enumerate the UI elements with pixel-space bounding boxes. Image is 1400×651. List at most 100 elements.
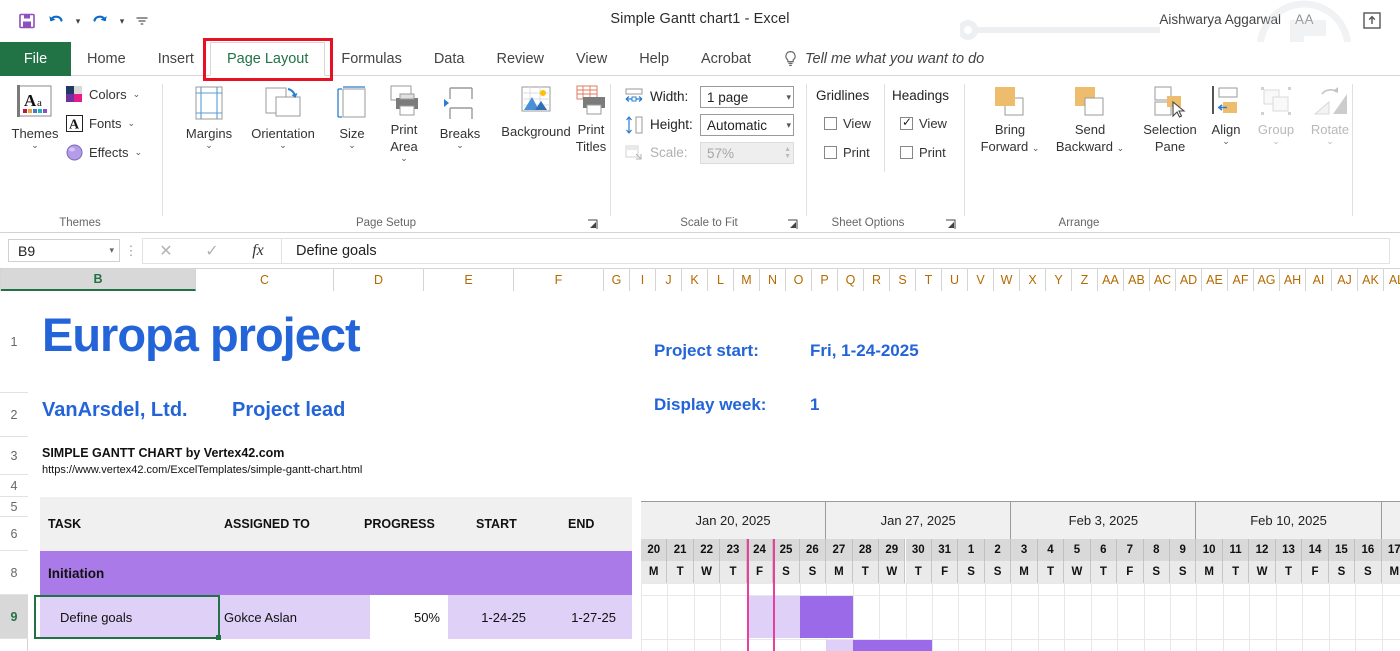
column-header-aj[interactable]: AJ bbox=[1332, 269, 1358, 291]
column-header-m[interactable]: M bbox=[734, 269, 760, 291]
row-header-2[interactable]: 2 bbox=[0, 393, 28, 437]
column-header-al[interactable]: AL bbox=[1384, 269, 1400, 291]
gridlines-print-checkbox[interactable]: Print bbox=[824, 145, 870, 160]
column-header-n[interactable]: N bbox=[760, 269, 786, 291]
column-header-x[interactable]: X bbox=[1020, 269, 1046, 291]
confirm-edit-icon[interactable]: ✓ bbox=[189, 241, 235, 261]
column-header-k[interactable]: K bbox=[682, 269, 708, 291]
cancel-edit-icon[interactable]: ✕ bbox=[143, 241, 189, 261]
column-header-z[interactable]: Z bbox=[1072, 269, 1098, 291]
chevron-down-icon[interactable]: ⌄ bbox=[1117, 144, 1125, 153]
spinner-arrows-icon[interactable]: ▲ ▼ bbox=[784, 146, 791, 160]
chevron-down-icon[interactable]: ▾ bbox=[109, 245, 114, 256]
worksheet-canvas[interactable]: Europa project VanArsdel, Ltd. Project l… bbox=[28, 291, 1400, 651]
height-select[interactable]: Automatic ▾ bbox=[700, 114, 794, 136]
tab-view[interactable]: View bbox=[560, 42, 623, 76]
chevron-down-icon[interactable]: ⌄ bbox=[205, 141, 213, 150]
column-header-af[interactable]: AF bbox=[1228, 269, 1254, 291]
checkbox-checked-icon[interactable] bbox=[900, 115, 913, 130]
column-header-f[interactable]: F bbox=[514, 269, 604, 291]
tab-home[interactable]: Home bbox=[71, 42, 142, 76]
end-date-cell[interactable]: 1-27-25 bbox=[548, 595, 616, 639]
start-date-cell[interactable]: 1-24-25 bbox=[458, 595, 526, 639]
chevron-down-icon[interactable]: ⌄ bbox=[400, 154, 408, 163]
size-button[interactable]: Size ⌄ bbox=[328, 84, 376, 150]
column-header-ab[interactable]: AB bbox=[1124, 269, 1150, 291]
theme-colors-button[interactable]: Colors ⌄ bbox=[66, 86, 140, 103]
tab-review[interactable]: Review bbox=[480, 42, 560, 76]
breaks-button[interactable]: Breaks ⌄ bbox=[434, 84, 486, 150]
row-header-1[interactable]: 1 bbox=[0, 291, 28, 393]
headings-print-checkbox[interactable]: Print bbox=[900, 145, 946, 160]
chevron-down-icon[interactable]: ⌄ bbox=[128, 119, 136, 128]
column-header-d[interactable]: D bbox=[334, 269, 424, 291]
column-header-aa[interactable]: AA bbox=[1098, 269, 1124, 291]
chevron-down-icon[interactable]: ⌄ bbox=[456, 141, 464, 150]
column-header-v[interactable]: V bbox=[968, 269, 994, 291]
chevron-down-icon[interactable]: ⌄ bbox=[1222, 137, 1230, 146]
checkbox-icon[interactable] bbox=[824, 146, 837, 159]
column-header-j[interactable]: J bbox=[656, 269, 682, 291]
tab-help[interactable]: Help bbox=[623, 42, 685, 76]
column-header-q[interactable]: Q bbox=[838, 269, 864, 291]
column-header-b[interactable]: B bbox=[1, 269, 196, 291]
row-header-9[interactable]: 9 bbox=[0, 595, 28, 639]
column-header-ac[interactable]: AC bbox=[1150, 269, 1176, 291]
scale-spinner[interactable]: 57% ▲ ▼ bbox=[700, 142, 794, 164]
column-header-ae[interactable]: AE bbox=[1202, 269, 1228, 291]
print-area-button[interactable]: Print Area ⌄ bbox=[376, 84, 432, 163]
checkbox-icon[interactable] bbox=[824, 117, 837, 130]
theme-effects-button[interactable]: Effects ⌄ bbox=[66, 144, 142, 161]
chevron-down-icon[interactable]: ⌄ bbox=[133, 90, 141, 99]
chevron-down-icon[interactable]: ▾ bbox=[786, 120, 791, 131]
column-header-ad[interactable]: AD bbox=[1176, 269, 1202, 291]
print-titles-button[interactable]: Print Titles bbox=[562, 84, 620, 154]
select-all-corner[interactable] bbox=[0, 269, 1, 291]
chevron-down-icon[interactable]: ⌄ bbox=[31, 141, 39, 150]
column-header-o[interactable]: O bbox=[786, 269, 812, 291]
formula-bar-expand-handle[interactable]: ⋮ bbox=[120, 243, 142, 259]
tab-data[interactable]: Data bbox=[418, 42, 481, 76]
column-header-ah[interactable]: AH bbox=[1280, 269, 1306, 291]
progress-cell[interactable]: 50% bbox=[370, 595, 440, 639]
tab-insert[interactable]: Insert bbox=[142, 42, 210, 76]
column-header-g[interactable]: G bbox=[604, 269, 630, 291]
account-info[interactable]: Aishwarya Aggarwal AA bbox=[1159, 12, 1314, 27]
formula-input[interactable]: Define goals bbox=[282, 237, 1390, 264]
row-header-6[interactable]: 6 bbox=[0, 517, 28, 551]
assigned-to-cell[interactable]: Gokce Aslan bbox=[224, 595, 297, 639]
column-header-l[interactable]: L bbox=[708, 269, 734, 291]
column-header-t[interactable]: T bbox=[916, 269, 942, 291]
column-header-i[interactable]: I bbox=[630, 269, 656, 291]
bring-forward-button[interactable]: Bring Forward ⌄ bbox=[972, 84, 1048, 154]
tab-file[interactable]: File bbox=[0, 42, 71, 76]
tab-acrobat[interactable]: Acrobat bbox=[685, 42, 767, 76]
gridlines-view-checkbox[interactable]: View bbox=[824, 116, 871, 131]
tab-formulas[interactable]: Formulas bbox=[325, 42, 417, 76]
column-header-p[interactable]: P bbox=[812, 269, 838, 291]
column-header-c[interactable]: C bbox=[196, 269, 334, 291]
width-select[interactable]: 1 page ▾ bbox=[700, 86, 794, 108]
chevron-down-icon[interactable]: ▾ bbox=[786, 92, 791, 103]
send-backward-button[interactable]: Send Backward ⌄ bbox=[1050, 84, 1130, 154]
column-header-u[interactable]: U bbox=[942, 269, 968, 291]
row-header-5[interactable]: 5 bbox=[0, 497, 28, 517]
tab-page-layout[interactable]: Page Layout bbox=[209, 42, 326, 76]
checkbox-icon[interactable] bbox=[900, 146, 913, 159]
insert-function-icon[interactable]: fx bbox=[235, 242, 281, 260]
chevron-down-icon[interactable]: ⌄ bbox=[279, 141, 287, 150]
row-header-4[interactable]: 4 bbox=[0, 475, 28, 497]
sheet-options-dialog-launcher[interactable] bbox=[945, 217, 956, 229]
ribbon-display-options-icon[interactable] bbox=[1360, 10, 1384, 32]
credit-url[interactable]: https://www.vertex42.com/ExcelTemplates/… bbox=[42, 464, 362, 476]
row-header-8[interactable]: 8 bbox=[0, 551, 28, 595]
column-header-r[interactable]: R bbox=[864, 269, 890, 291]
column-header-y[interactable]: Y bbox=[1046, 269, 1072, 291]
column-header-ag[interactable]: AG bbox=[1254, 269, 1280, 291]
theme-fonts-button[interactable]: A Fonts ⌄ bbox=[66, 115, 135, 132]
row-header-3[interactable]: 3 bbox=[0, 437, 28, 475]
column-header-e[interactable]: E bbox=[424, 269, 514, 291]
column-header-ai[interactable]: AI bbox=[1306, 269, 1332, 291]
chevron-down-icon[interactable]: ⌄ bbox=[348, 141, 356, 150]
headings-view-checkbox[interactable]: View bbox=[900, 115, 947, 131]
